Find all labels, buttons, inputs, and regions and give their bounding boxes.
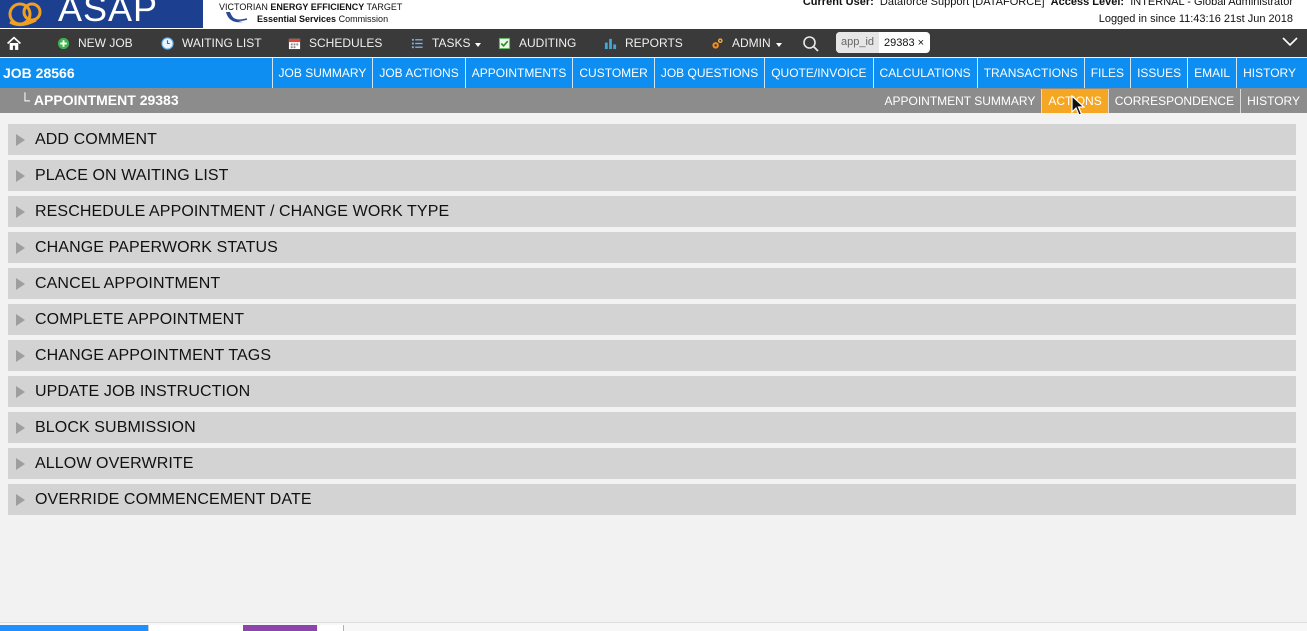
job-tab-quote-invoice[interactable]: QUOTE/INVOICE — [764, 58, 872, 88]
job-tabs: JOB SUMMARY JOB ACTIONS APPOINTMENTS CUS… — [271, 58, 1302, 88]
logged-in-since: Logged in since 11:43:16 21st Jun 2018 — [1098, 13, 1293, 25]
job-tab-transactions[interactable]: TRANSACTIONS — [976, 58, 1084, 88]
nav-waiting-list[interactable]: WAITING LIST — [161, 29, 262, 57]
action-override-commencement-date[interactable]: OVERRIDE COMMENCEMENT DATE — [8, 484, 1296, 515]
job-tab-issues[interactable]: ISSUES — [1130, 58, 1187, 88]
job-title: JOB 28566 — [3, 65, 75, 81]
expand-arrow-icon — [16, 277, 25, 290]
user-info-row: Current User: Dataforce Support [DATAFOR… — [803, 0, 1293, 9]
appt-tab-correspondence[interactable]: CORRESPONDENCE — [1107, 89, 1240, 113]
expand-arrow-icon — [16, 133, 25, 146]
job-tab-files[interactable]: FILES — [1083, 58, 1130, 88]
calendar-icon — [288, 38, 301, 49]
access-level-value: INTERNAL - Global Administrator — [1130, 0, 1293, 8]
veet-line-2: Essential Services Commission — [257, 14, 389, 24]
action-place-on-waiting-list[interactable]: PLACE ON WAITING LIST — [8, 160, 1296, 191]
mouse-cursor-icon — [1071, 95, 1085, 116]
job-tab-job-actions[interactable]: JOB ACTIONS — [372, 58, 464, 88]
nav-schedules[interactable]: SCHEDULES — [288, 29, 382, 57]
action-allow-overwrite[interactable]: ALLOW OVERWRITE — [8, 448, 1296, 479]
plus-circle-icon — [57, 37, 70, 49]
gears-icon — [712, 37, 723, 49]
action-block-submission[interactable]: BLOCK SUBMISSION — [8, 412, 1296, 443]
logo-text: ASAP — [58, 0, 159, 28]
bottom-tab[interactable] — [243, 625, 317, 631]
expand-arrow-icon — [16, 169, 25, 182]
veet-logo: VICTORIAN ENERGY EFFICIENCY TARGET Essen… — [215, 0, 402, 28]
bottom-tab[interactable] — [0, 625, 148, 631]
expand-arrow-icon — [16, 349, 25, 362]
top-header: ASAP VICTORIAN ENERGY EFFICIENCY TARGET … — [0, 0, 1307, 29]
search-icon[interactable] — [802, 35, 820, 53]
action-reschedule-appointment[interactable]: RESCHEDULE APPOINTMENT / CHANGE WORK TYP… — [8, 196, 1296, 227]
appointment-tabs: APPOINTMENT SUMMARY ACTIONS CORRESPONDEN… — [878, 89, 1306, 113]
list-icon — [411, 38, 423, 48]
appt-tab-appointment-summary[interactable]: APPOINTMENT SUMMARY — [878, 89, 1041, 113]
job-tab-calculations[interactable]: CALCULATIONS — [872, 58, 977, 88]
nav-reports[interactable]: REPORTS — [604, 29, 683, 57]
actions-list: ADD COMMENT PLACE ON WAITING LIST RESCHE… — [8, 124, 1296, 520]
action-complete-appointment[interactable]: COMPLETE APPOINTMENT — [8, 304, 1296, 335]
expand-arrow-icon — [16, 493, 25, 506]
nav-auditing[interactable]: AUDITING — [498, 29, 576, 57]
appointment-title: └ APPOINTMENT 29383 — [20, 92, 179, 108]
job-tab-job-questions[interactable]: JOB QUESTIONS — [653, 58, 764, 88]
bottom-tab[interactable] — [318, 625, 344, 631]
appointment-bar: └APPOINTMENT 29383 APPOINTMENT SUMMARY A… — [0, 88, 1307, 113]
action-change-appointment-tags[interactable]: CHANGE APPOINTMENT TAGS — [8, 340, 1296, 371]
nav-tasks[interactable]: TASKS — [411, 29, 482, 57]
filter-chip-value: 29383 — [884, 36, 915, 49]
filter-chip-key: app_id — [836, 32, 880, 53]
nav-new-job[interactable]: NEW JOB — [57, 29, 133, 57]
checkbox-icon — [498, 37, 511, 49]
admin-dropdown-caret-icon — [775, 42, 782, 47]
tasks-dropdown-caret-icon — [475, 42, 482, 47]
expand-arrow-icon — [16, 241, 25, 254]
job-tab-appointments[interactable]: APPOINTMENTS — [464, 58, 573, 88]
filter-chip-remove-button[interactable]: × — [918, 37, 930, 49]
main-nav: NEW JOB WAITING LIST SCHEDULES TASKS AUD… — [0, 29, 1307, 57]
action-update-job-instruction[interactable]: UPDATE JOB INSTRUCTION — [8, 376, 1296, 407]
job-tab-history[interactable]: HISTORY — [1236, 58, 1302, 88]
asap-logo-mark-icon — [8, 2, 42, 27]
job-tab-job-summary[interactable]: JOB SUMMARY — [271, 58, 373, 88]
tree-elbow: └ — [20, 92, 30, 108]
action-change-paperwork-status[interactable]: CHANGE PAPERWORK STATUS — [8, 232, 1296, 263]
job-bar: JOB 28566 JOB SUMMARY JOB ACTIONS APPOIN… — [0, 58, 1307, 88]
expand-arrow-icon — [16, 385, 25, 398]
clock-icon — [161, 36, 174, 50]
home-icon — [7, 36, 21, 50]
expand-arrow-icon — [16, 457, 25, 470]
job-tab-email[interactable]: EMAIL — [1187, 58, 1236, 88]
chevron-down-icon[interactable] — [1281, 36, 1299, 48]
expand-arrow-icon — [16, 313, 25, 326]
bottom-tab[interactable] — [148, 625, 243, 631]
current-user-value: Dataforce Support [DATAFORCE] — [879, 0, 1045, 8]
appt-tab-history[interactable]: HISTORY — [1240, 89, 1306, 113]
job-tab-customer[interactable]: CUSTOMER — [572, 58, 653, 88]
action-add-comment[interactable]: ADD COMMENT — [8, 124, 1296, 155]
asap-logo[interactable]: ASAP — [0, 0, 203, 28]
nav-admin[interactable]: ADMIN — [711, 29, 782, 57]
user-info: Current User: Dataforce Support [DATAFOR… — [803, 0, 1293, 26]
bar-chart-icon — [604, 38, 617, 49]
expand-arrow-icon — [16, 421, 25, 434]
veet-line-1: VICTORIAN ENERGY EFFICIENCY TARGET — [219, 2, 403, 12]
filter-chip: app_id 29383 × — [836, 32, 931, 53]
nav-home[interactable] — [6, 29, 30, 57]
expand-arrow-icon — [16, 205, 25, 218]
action-cancel-appointment[interactable]: CANCEL APPOINTMENT — [8, 268, 1296, 299]
